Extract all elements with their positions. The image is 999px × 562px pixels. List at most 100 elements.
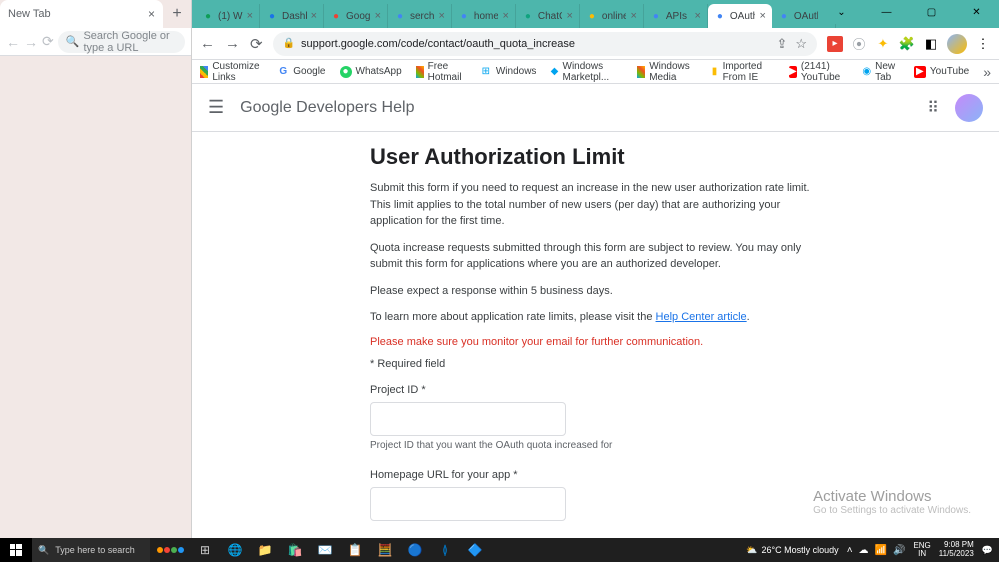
- browser-tab-4[interactable]: ●homes×: [452, 4, 516, 28]
- tab-title: homes: [474, 11, 499, 22]
- taskbar-explorer-icon[interactable]: 📁: [250, 538, 280, 562]
- tray-volume-icon[interactable]: 🔊: [893, 545, 905, 556]
- taskbar-clock[interactable]: 9:08 PM 11/5/2023: [939, 541, 974, 559]
- bookmark-item-1[interactable]: GGoogle: [277, 66, 325, 78]
- window-minimize-button[interactable]: —: [864, 0, 909, 24]
- close-icon[interactable]: ×: [502, 10, 508, 22]
- taskbar-search-placeholder: Type here to search: [55, 545, 135, 555]
- tab-title: OAuth: [730, 11, 756, 22]
- bookmark-label: YouTube: [930, 66, 969, 77]
- help-center-link[interactable]: Help Center article: [656, 311, 747, 323]
- close-icon[interactable]: ×: [311, 10, 317, 22]
- bookmark-label: Google: [293, 66, 325, 77]
- user-avatar[interactable]: [955, 94, 983, 122]
- task-view-icon[interactable]: ⊞: [190, 538, 220, 562]
- browser-tab-5[interactable]: ● ChatG×: [516, 4, 580, 28]
- hamburger-menu-icon[interactable]: ☰: [208, 97, 224, 118]
- notifications-icon[interactable]: 💬: [982, 545, 993, 556]
- back-button[interactable]: ←: [200, 35, 215, 52]
- bookmark-item-6[interactable]: Windows Media: [637, 61, 696, 83]
- taskbar-weather[interactable]: ⛅ 26°C Mostly cloudy: [746, 545, 838, 556]
- bookmark-label: (2141) YouTube: [801, 61, 848, 83]
- close-icon[interactable]: ×: [148, 7, 155, 21]
- extension-icon-2[interactable]: ⦿: [851, 36, 867, 52]
- window-close-button[interactable]: ✕: [954, 0, 999, 24]
- tray-wifi-icon[interactable]: 📶: [875, 545, 887, 556]
- close-icon[interactable]: ×: [375, 10, 381, 22]
- extensions-menu-icon[interactable]: 🧩: [899, 36, 915, 52]
- close-icon[interactable]: ×: [759, 10, 765, 22]
- profile-avatar[interactable]: [947, 34, 967, 54]
- window-dropdown-button[interactable]: ⌄: [819, 0, 864, 24]
- reload-button[interactable]: ⟳: [250, 35, 263, 53]
- tab-title: (1) Wh: [218, 11, 243, 22]
- close-icon[interactable]: ×: [694, 10, 700, 22]
- tray-chevron-icon[interactable]: ˄: [847, 545, 853, 556]
- omnibox[interactable]: 🔒 support.google.com/code/contact/oauth_…: [273, 32, 817, 56]
- new-tab-button[interactable]: +: [163, 5, 191, 23]
- close-icon[interactable]: ×: [566, 10, 572, 22]
- reload-icon[interactable]: ⟳: [42, 33, 54, 50]
- browser-tab-0[interactable]: ●(1) Wh×: [196, 4, 260, 28]
- taskbar-app-icon-1[interactable]: 📋: [340, 538, 370, 562]
- browser-tab-6[interactable]: ●online×: [580, 4, 644, 28]
- extension-icon-3[interactable]: ✦: [875, 36, 891, 52]
- bookmark-star-icon[interactable]: ☆: [795, 36, 807, 52]
- taskbar-app-icon-2[interactable]: 🧮: [370, 538, 400, 562]
- browser-tab-1[interactable]: ●Dashb×: [260, 4, 324, 28]
- bookmark-item-10[interactable]: ▶YouTube: [914, 66, 969, 78]
- browser-toolbar: ← → ⟳ 🔒 support.google.com/code/contact/…: [192, 28, 999, 60]
- side-panel-icon[interactable]: ◧: [923, 36, 939, 52]
- close-icon[interactable]: ×: [247, 10, 253, 22]
- taskbar-news-icon[interactable]: [155, 538, 185, 562]
- browser-tab-7[interactable]: ●APIs &×: [644, 4, 708, 28]
- bookmark-item-0[interactable]: Customize Links: [200, 61, 263, 83]
- bookmark-label: Windows Marketpl...: [563, 61, 624, 83]
- bookmark-label: Imported From IE: [723, 61, 775, 83]
- project-id-input[interactable]: [370, 402, 566, 436]
- url-text: support.google.com/code/contact/oauth_qu…: [301, 38, 575, 50]
- browser-tab-3[interactable]: ●serch×: [388, 4, 452, 28]
- homepage-input[interactable]: [370, 487, 566, 521]
- taskbar-vscode-icon[interactable]: ≬: [430, 538, 460, 562]
- bookmarks-overflow-icon[interactable]: »: [983, 64, 991, 80]
- google-apps-icon[interactable]: ⠿: [927, 98, 939, 118]
- tab-favicon-icon: ●: [522, 10, 534, 22]
- bookmark-item-8[interactable]: ▶(2141) YouTube: [789, 61, 849, 83]
- bookmark-label: Windows: [496, 66, 537, 77]
- bookmark-item-5[interactable]: ◆Windows Marketpl...: [550, 61, 623, 83]
- browser-tab-8[interactable]: ●OAuth×: [708, 4, 772, 28]
- taskbar-search[interactable]: 🔍 Type here to search: [32, 538, 150, 562]
- share-icon[interactable]: ⇪: [776, 36, 787, 52]
- forward-icon: →: [24, 34, 38, 50]
- close-icon[interactable]: ×: [438, 10, 444, 22]
- bookmark-item-4[interactable]: ⊞Windows: [480, 66, 537, 78]
- form-heading: User Authorization Limit: [370, 144, 830, 170]
- tab-title: New Tab: [8, 8, 51, 20]
- taskbar-edge-icon[interactable]: 🌐: [220, 538, 250, 562]
- left-tab-newtab[interactable]: New Tab ×: [0, 0, 163, 28]
- extension-icon-1[interactable]: ▸: [827, 36, 843, 52]
- forward-button[interactable]: →: [225, 35, 240, 52]
- bookmark-label: Windows Media: [649, 61, 696, 83]
- tray-onedrive-icon[interactable]: ☁: [859, 545, 869, 556]
- taskbar-language[interactable]: ENG IN: [913, 542, 930, 558]
- browser-tab-2[interactable]: ●Googl×: [324, 4, 388, 28]
- tab-favicon-icon: ●: [650, 10, 662, 22]
- bookmark-item-2[interactable]: ●WhatsApp: [340, 66, 402, 78]
- taskbar-app-icon-3[interactable]: 🔷: [460, 538, 490, 562]
- taskbar-store-icon[interactable]: 🛍️: [280, 538, 310, 562]
- taskbar-chrome-icon[interactable]: 🔵: [400, 538, 430, 562]
- bookmark-item-9[interactable]: ◉New Tab: [862, 61, 900, 83]
- chrome-menu-icon[interactable]: ⋮: [975, 36, 991, 52]
- tab-title: ChatG: [538, 11, 563, 22]
- start-button[interactable]: [0, 538, 32, 562]
- form-intro-4: To learn more about application rate lim…: [370, 309, 830, 326]
- window-maximize-button[interactable]: ▢: [909, 0, 954, 24]
- bookmark-item-3[interactable]: Free Hotmail: [416, 61, 466, 83]
- bookmark-item-7[interactable]: ▮Imported From IE: [711, 61, 775, 83]
- taskbar-mail-icon[interactable]: ✉️: [310, 538, 340, 562]
- omnibox[interactable]: 🔍 Search Google or type a URL: [58, 31, 185, 53]
- close-icon[interactable]: ×: [630, 10, 636, 22]
- inactive-chrome-window: New Tab × + ← → ⟳ 🔍 Search Google or typ…: [0, 0, 192, 562]
